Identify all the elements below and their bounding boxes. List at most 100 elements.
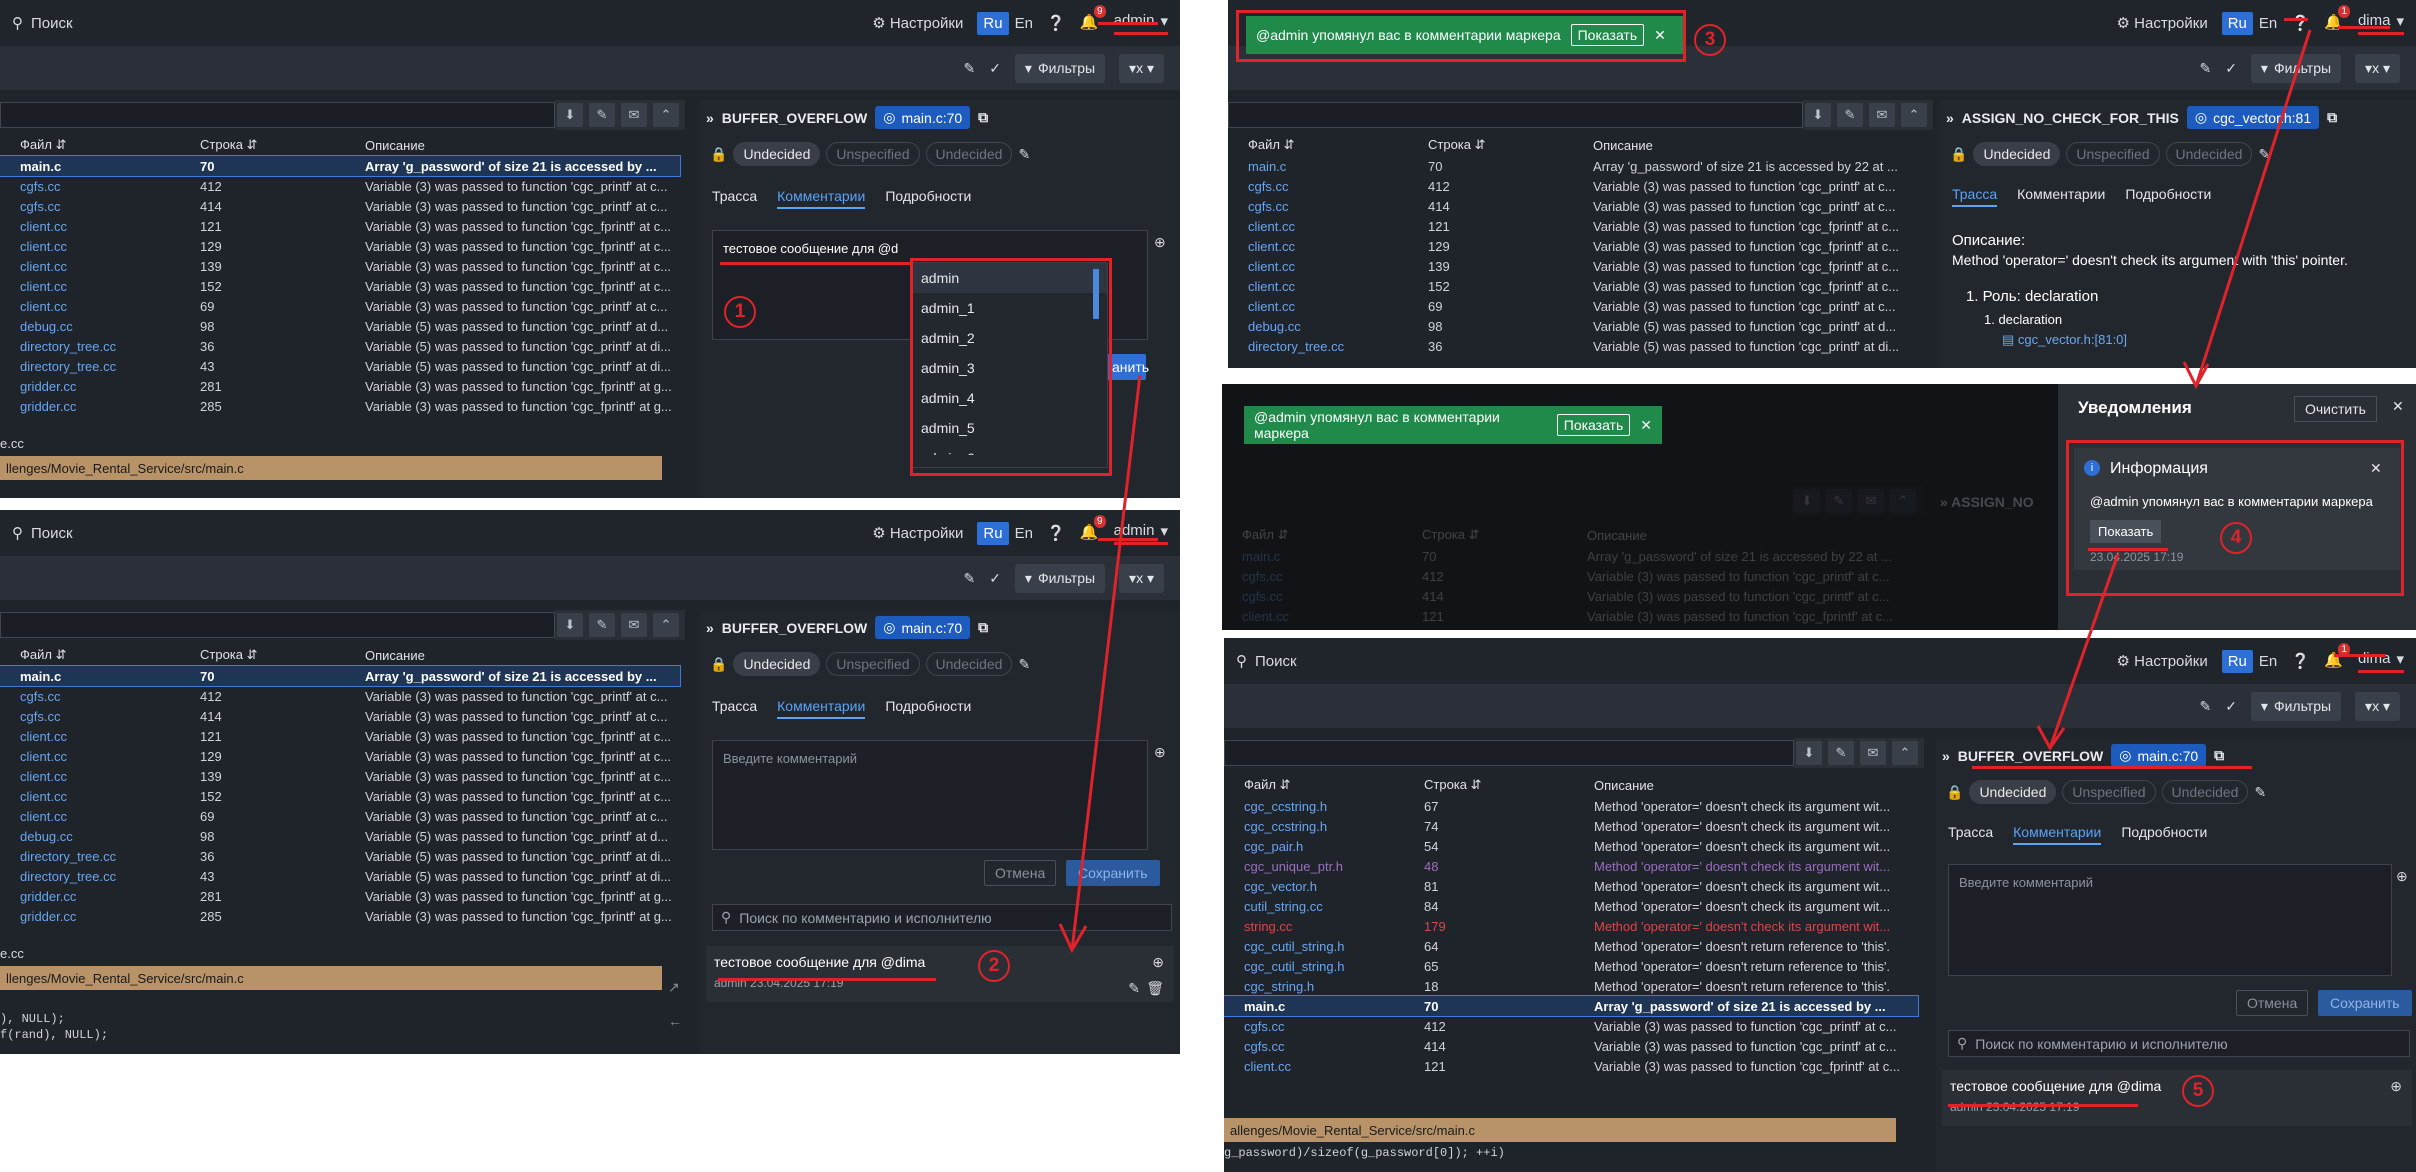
table-row[interactable]: client.cc 69 Variable (3) was passed to fu… <box>0 806 680 826</box>
close-icon[interactable]: ✕ <box>1640 417 1652 434</box>
expand-icon[interactable]: » <box>706 620 714 636</box>
lock-icon[interactable]: 🔒 <box>1946 784 1963 801</box>
user-menu[interactable]: dima ▾ <box>2357 650 2404 673</box>
settings-button[interactable]: ⚙ Настройки <box>872 524 963 542</box>
table-row[interactable]: cgfs.cc 414 Variable (3) was passed to fun… <box>0 706 680 726</box>
comment-search-input[interactable]: ⚲ Поиск по комментарию и исполнителю <box>1948 1030 2410 1057</box>
table-row[interactable]: cgc_string.h 18 Method 'operator=' doesn't… <box>1224 976 1918 996</box>
download-icon[interactable]: ⬇ <box>1805 103 1831 127</box>
lock-icon[interactable]: 🔒 <box>1950 146 1967 163</box>
table-row[interactable]: cgfs.cc 412 Variable (3) was passed to fun… <box>0 686 680 706</box>
table-row[interactable]: cgc_pair.h 54 Method 'operator=' doesn't c… <box>1224 836 1918 856</box>
table-row[interactable]: directory_tree.cc 36 Variable (5) was pass… <box>1228 336 1918 356</box>
bell-icon[interactable]: 🔔 9 <box>1080 5 1106 33</box>
brush-icon[interactable]: ✎ <box>963 570 975 587</box>
expand-icon[interactable]: » <box>1946 110 1954 126</box>
comment-textarea[interactable]: Введите комментарий <box>712 740 1148 850</box>
edit-icon[interactable]: ✎ <box>1837 103 1863 127</box>
save-button[interactable]: Сохранить <box>2318 990 2412 1016</box>
collapse-icon[interactable]: ⌃ <box>1892 741 1918 765</box>
table-row[interactable]: cutil_string.cc 84 Method 'operator=' does… <box>1224 896 1918 916</box>
table-row[interactable]: cgfs.cc 412 Variable (3) was passed to fun… <box>1224 1016 1918 1036</box>
table-row[interactable]: cgfs.cc 414 Variable (3) was passed to fun… <box>1224 1036 1918 1056</box>
table-row[interactable]: client.cc 121 Variable (3) was passed to f… <box>1228 216 1918 236</box>
edit-icon[interactable]: ✎ <box>1128 980 1140 997</box>
lock-icon[interactable]: 🔒 <box>710 146 727 163</box>
table-row[interactable]: client.cc 121 Variable (3) was passed to f… <box>1224 1056 1918 1076</box>
location-chip[interactable]: ◎ main.c:70 <box>2111 744 2207 767</box>
table-row[interactable]: cgc_ccstring.h 67 Method 'operator=' doesn… <box>1224 796 1918 816</box>
table-row[interactable]: client.cc 129 Variable (3) was passed to f… <box>0 746 680 766</box>
language-switch[interactable]: Ru En <box>977 521 1033 545</box>
table-row[interactable]: cgc_unique_ptr.h 48 Method 'operator=' doe… <box>1224 856 1918 876</box>
comment-textarea[interactable]: Введите комментарий <box>1948 864 2392 976</box>
col-file[interactable]: Файл ⇵ <box>1228 134 1408 156</box>
col-file[interactable]: Файл ⇵ <box>0 134 180 156</box>
settings-button[interactable]: ⚙ Настройки <box>2117 652 2208 670</box>
role-link[interactable]: ▤ cgc_vector.h:[81:0] <box>2002 332 2127 348</box>
table-row[interactable]: client.cc 152 Variable (3) was passed to f… <box>0 786 680 806</box>
table-row[interactable]: gridder.cc 281 Variable (3) was passed to … <box>0 886 680 906</box>
comment-search-input[interactable]: ⚲ Поиск по комментарию и исполнителю <box>712 904 1172 931</box>
download-icon[interactable]: ⬇ <box>1796 741 1822 765</box>
help-icon[interactable]: ❔ <box>1047 524 1066 542</box>
table-filter-input[interactable] <box>1228 102 1803 128</box>
help-icon[interactable]: ❔ <box>1047 14 1066 32</box>
edit-icon[interactable]: ✎ <box>589 103 615 127</box>
brush-icon[interactable]: ✎ <box>2199 698 2211 715</box>
table-row[interactable]: cgfs.cc 414 Variable (3) was passed to fun… <box>1228 196 1918 216</box>
zoom-icon[interactable]: ⊕ <box>1152 954 1164 971</box>
location-chip[interactable]: ◎ main.c:70 <box>875 106 971 129</box>
col-desc[interactable]: Описание <box>345 134 680 156</box>
settings-button[interactable]: ⚙ Настройки <box>872 14 963 32</box>
show-button[interactable]: Показать <box>1556 414 1631 436</box>
edit-icon[interactable]: ✎ <box>1018 656 1030 673</box>
search-button[interactable]: ⚲ Поиск <box>12 524 73 543</box>
zoom-icon[interactable]: ⊕ <box>1154 234 1166 251</box>
table-row[interactable]: cgfs.cc 412 Variable (3) was passed to fun… <box>0 176 680 196</box>
table-row[interactable]: directory_tree.cc 36 Variable (5) was pass… <box>0 846 680 866</box>
brush-icon[interactable]: ✎ <box>2199 60 2211 77</box>
comment-icon[interactable]: ✉ <box>1860 741 1886 765</box>
bell-icon[interactable]: 🔔 9 <box>1080 515 1106 543</box>
col-desc[interactable]: Описание <box>1574 774 1918 796</box>
download-icon[interactable]: ⬇ <box>557 103 583 127</box>
table-row[interactable]: client.cc 139 Variable (3) was passed to f… <box>0 766 680 786</box>
edit-icon[interactable]: ✎ <box>589 613 615 637</box>
location-chip[interactable]: ◎ main.c:70 <box>875 616 971 639</box>
edit-icon[interactable]: ✎ <box>1018 146 1030 163</box>
table-row[interactable]: client.cc 152 Variable (3) was passed to f… <box>1228 276 1918 296</box>
table-row[interactable]: main.c 70 Array 'g_password' of size 21 is… <box>1228 156 1918 176</box>
table-row[interactable]: cgfs.cc 412 Variable (3) was passed to fun… <box>1228 176 1918 196</box>
table-row[interactable]: client.cc 152 Variable (3) was passed to f… <box>0 276 680 296</box>
table-row[interactable]: directory_tree.cc 36 Variable (5) was pass… <box>0 336 680 356</box>
help-icon[interactable]: ❔ <box>2291 652 2310 670</box>
table-row[interactable]: main.c 70 Array 'g_password' of size 21 is… <box>1224 995 1919 1017</box>
table-row[interactable]: client.cc 69 Variable (3) was passed to fu… <box>0 296 680 316</box>
comment-icon[interactable]: ✉ <box>621 613 647 637</box>
user-menu[interactable]: dima ▾ <box>2357 12 2404 35</box>
table-row[interactable]: debug.cc 98 Variable (5) was passed to fun… <box>0 826 680 846</box>
table-filter-input[interactable] <box>0 612 555 638</box>
collapse-icon[interactable]: ⌃ <box>653 103 679 127</box>
lock-icon[interactable]: 🔒 <box>710 656 727 673</box>
brush-icon[interactable]: ✎ <box>963 60 975 77</box>
edit-icon[interactable]: ✎ <box>2258 146 2270 163</box>
table-row[interactable]: client.cc 69 Variable (3) was passed to fu… <box>1228 296 1918 316</box>
col-file[interactable]: Файл ⇵ <box>0 644 180 666</box>
table-row[interactable]: debug.cc 98 Variable (5) was passed to fun… <box>1228 316 1918 336</box>
language-switch[interactable]: Ru En <box>977 11 1033 35</box>
table-row[interactable]: string.cc 179 Method 'operator=' doesn't c… <box>1224 916 1918 936</box>
clear-filter-button[interactable]: ▾x ▾ <box>2355 53 2400 83</box>
help-icon[interactable]: ❔ <box>2291 14 2310 32</box>
col-line[interactable]: Строка ⇵ <box>180 134 345 156</box>
cancel-button[interactable]: Отмена <box>2236 990 2309 1016</box>
check-all-icon[interactable]: ✓ <box>989 570 1001 587</box>
clear-filter-button[interactable]: ▾x ▾ <box>2355 691 2400 721</box>
table-row[interactable]: cgc_ccstring.h 74 Method 'operator=' doesn… <box>1224 816 1918 836</box>
search-button[interactable]: ⚲ Поиск <box>12 14 73 33</box>
user-menu[interactable]: admin ▾ <box>1113 522 1168 545</box>
copy-icon[interactable]: ⧉ <box>978 109 988 126</box>
col-desc[interactable]: Описание <box>345 644 680 666</box>
cancel-button[interactable]: Отмена <box>984 860 1057 886</box>
